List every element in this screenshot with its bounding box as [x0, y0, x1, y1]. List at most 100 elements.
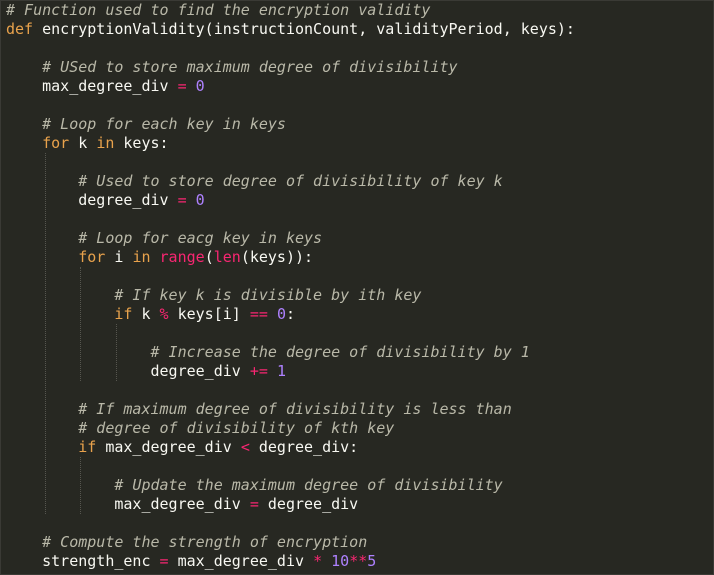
- code-comment: # Loop for eacg key in keys: [78, 229, 323, 247]
- code-line[interactable]: max_degree_div = degree_div: [6, 495, 575, 514]
- code-line[interactable]: for i in range(len(keys)):: [6, 248, 575, 267]
- code-text: k: [132, 305, 160, 323]
- code-line[interactable]: # Loop for eacg key in keys: [6, 229, 575, 248]
- code-text: :: [285, 305, 295, 323]
- code-text: degree_div: [258, 495, 359, 513]
- code-line[interactable]: # If maximum degree of divisibility is l…: [6, 400, 575, 419]
- code-text: max_degree_div: [96, 438, 241, 456]
- code-line[interactable]: # Used to store degree of divisibility o…: [6, 172, 575, 191]
- indent-guide: [80, 267, 82, 381]
- code-text: max_degree_div: [168, 552, 314, 570]
- code-number: 0: [195, 77, 205, 95]
- code-operator: ==: [249, 305, 268, 323]
- code-line[interactable]: # Loop for each key in keys: [6, 115, 575, 134]
- code-number: 1: [276, 362, 286, 380]
- code-line[interactable]: # Update the maximum degree of divisibil…: [6, 476, 575, 495]
- code-text: max_degree_div: [6, 77, 178, 95]
- code-line[interactable]: [6, 96, 575, 115]
- code-number: 5: [367, 552, 377, 570]
- code-operator: *: [313, 552, 323, 570]
- code-text: encryptionValidity(instructionCount, val…: [33, 20, 575, 38]
- code-number: 10: [331, 552, 350, 570]
- code-line[interactable]: [6, 210, 575, 229]
- code-line[interactable]: def encryptionValidity(instructionCount,…: [6, 20, 575, 39]
- code-keyword: in: [132, 248, 151, 266]
- code-line[interactable]: # USed to store maximum degree of divisi…: [6, 58, 575, 77]
- code-line[interactable]: # Increase the degree of divisibility by…: [6, 343, 575, 362]
- code-line[interactable]: degree_div += 1: [6, 362, 575, 381]
- code-comment: # Compute the strength of encryption: [42, 533, 368, 551]
- code-line[interactable]: [6, 153, 575, 172]
- code-comment: # Increase the degree of divisibility by…: [150, 343, 530, 361]
- code-line[interactable]: [6, 324, 575, 343]
- code-comment: # Used to store degree of divisibility o…: [78, 172, 503, 190]
- code-line[interactable]: degree_div = 0: [6, 191, 575, 210]
- indent-guide: [80, 457, 82, 514]
- code-line[interactable]: # degree of divisibility of kth key: [6, 419, 575, 438]
- code-comment: # Function used to find the encryption v…: [6, 1, 431, 19]
- code-line[interactable]: [6, 381, 575, 400]
- code-text: degree_div: [6, 362, 250, 380]
- code-comment: # USed to store maximum degree of divisi…: [42, 58, 458, 76]
- code-comment: # degree of divisibility of kth key: [78, 419, 395, 437]
- code-comment: # Loop for each key in keys: [42, 115, 286, 133]
- code-line[interactable]: max_degree_div = 0: [6, 77, 575, 96]
- code-text: i: [105, 248, 133, 266]
- code-line[interactable]: # Function used to find the encryption v…: [6, 1, 575, 20]
- code-comment: # Update the maximum degree of divisibil…: [114, 476, 503, 494]
- code-number: 0: [276, 305, 286, 323]
- code-line[interactable]: for k in keys:: [6, 134, 575, 153]
- code-line[interactable]: # Compute the strength of encryption: [6, 533, 575, 552]
- code-text: max_degree_div: [6, 495, 250, 513]
- code-number: 0: [195, 191, 205, 209]
- code-text: strength_enc: [6, 552, 160, 570]
- code-line[interactable]: if k % keys[i] == 0:: [6, 305, 575, 324]
- code-keyword: def: [6, 20, 34, 38]
- code-text: (keys)):: [240, 248, 314, 266]
- code-text: k: [69, 134, 97, 152]
- code-operator: =: [159, 552, 169, 570]
- code-line[interactable]: # If key k is divisible by ith key: [6, 286, 575, 305]
- code-builtin: len: [213, 248, 241, 266]
- code-operator: =: [177, 191, 187, 209]
- code-area[interactable]: # Function used to find the encryption v…: [6, 1, 575, 571]
- code-editor[interactable]: # Function used to find the encryption v…: [0, 0, 714, 575]
- code-line[interactable]: if max_degree_div < degree_div:: [6, 438, 575, 457]
- code-operator: **: [349, 552, 368, 570]
- code-line[interactable]: [6, 39, 575, 58]
- code-keyword: if: [114, 305, 133, 323]
- code-line[interactable]: strength_enc = max_degree_div * 10**5: [6, 552, 575, 571]
- code-keyword: for: [42, 134, 70, 152]
- indent-guide: [44, 153, 46, 514]
- code-builtin: range: [159, 248, 205, 266]
- code-text: keys[i]: [168, 305, 250, 323]
- code-operator: =: [177, 77, 187, 95]
- code-keyword: if: [78, 438, 97, 456]
- code-operator: <: [240, 438, 250, 456]
- code-text: (: [204, 248, 214, 266]
- code-line[interactable]: [6, 267, 575, 286]
- code-line[interactable]: [6, 514, 575, 533]
- code-line[interactable]: [6, 457, 575, 476]
- code-comment: # If maximum degree of divisibility is l…: [78, 400, 512, 418]
